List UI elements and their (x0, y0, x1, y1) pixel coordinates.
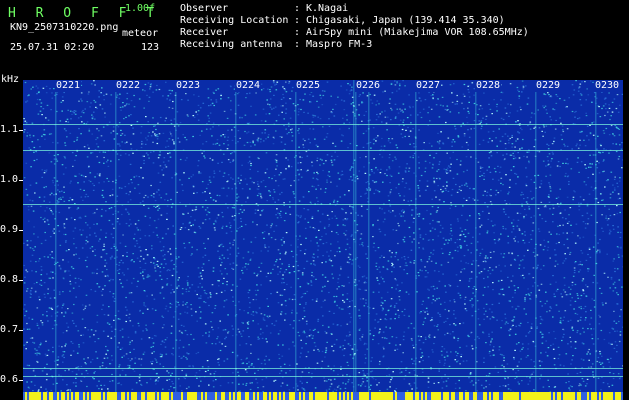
right-margin (623, 80, 629, 400)
time-label-0223: 0223 (175, 80, 202, 92)
y-label-0-8: 0.8 (0, 274, 19, 285)
metadata-block: Observer: K.Nagai Receiving Location: Chig… (180, 3, 529, 51)
hrofft-window: H R O F F T 1.00f KN9_2507310220.png 25.… (0, 0, 629, 400)
y-label-1-0: 1.0 (0, 174, 19, 185)
time-label-0229: 0229 (535, 80, 562, 92)
time-label-0226: 0226 (355, 80, 382, 92)
spectrogram-canvas (23, 80, 623, 392)
time-label-0227: 0227 (415, 80, 442, 92)
meteor-count: 123 (141, 42, 160, 53)
time-label-0224: 0224 (235, 80, 262, 92)
spectrogram-plot (23, 80, 623, 392)
time-label-0230: 0230 (594, 80, 621, 92)
meta-location: Receiving Location: Chigasaki, Japan (139… (180, 15, 505, 26)
y-label-0-9: 0.9 (0, 224, 19, 235)
y-axis-unit: kHz (1, 74, 20, 85)
meteor-label: meteor (122, 28, 159, 39)
meta-receiver: Receiver: AirSpy mini (Miakejima VOR 108.… (180, 27, 529, 38)
time-label-0221: 0221 (55, 80, 82, 92)
time-label-0225: 0225 (295, 80, 322, 92)
app-version: 1.00f (125, 3, 156, 14)
y-label-0-6: 0.6 (0, 374, 19, 385)
meta-antenna: Receiving antenna: Maspro FM-3 (180, 39, 373, 50)
y-label-0-7: 0.7 (0, 324, 19, 335)
file-name: KN9_2507310220.png (10, 22, 119, 33)
meta-observer: Observer: K.Nagai (180, 3, 349, 14)
meteor-detection-bar (23, 392, 623, 400)
time-label-0222: 0222 (115, 80, 142, 92)
file-timestamp: 25.07.31 02:20 (10, 42, 95, 53)
time-label-0228: 0228 (475, 80, 502, 92)
y-label-1-1: 1.1 (0, 124, 19, 135)
